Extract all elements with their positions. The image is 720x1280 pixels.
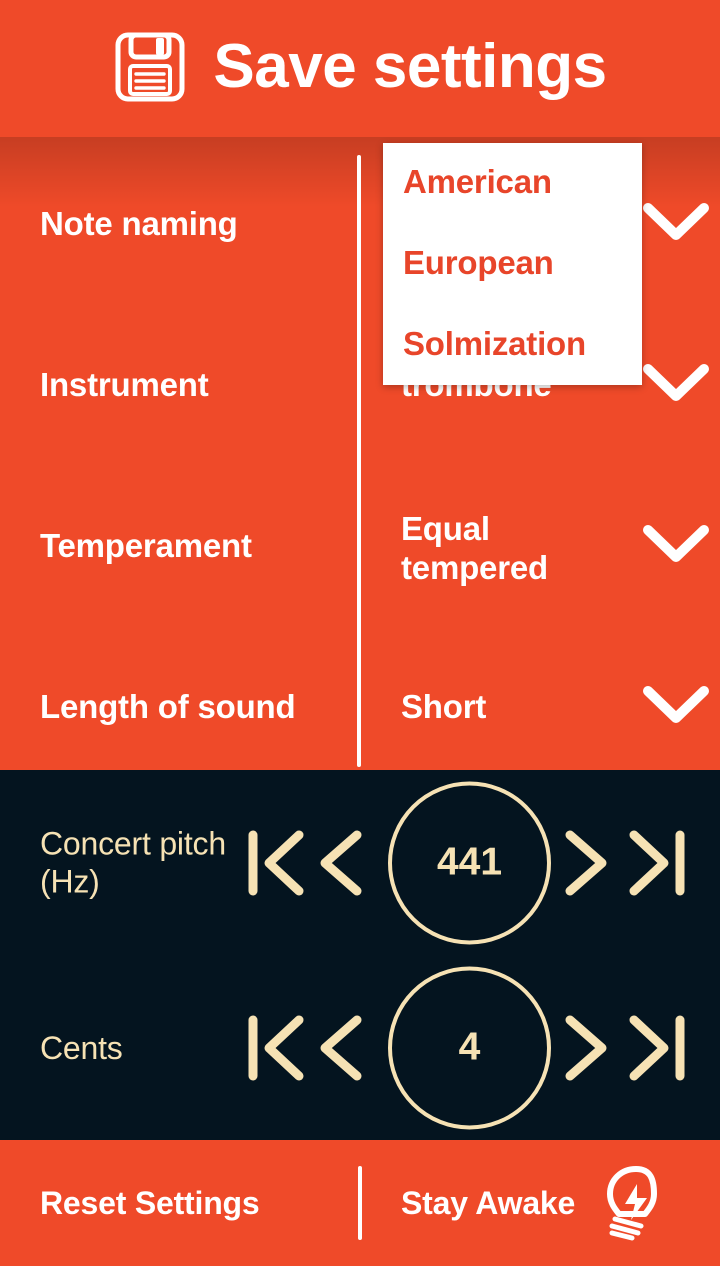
system-navigation-strip [0, 1266, 720, 1280]
setting-label: Temperament [40, 527, 252, 564]
bottom-action-bar: Reset Settings Stay Awake [0, 1140, 720, 1266]
chevron-down-icon[interactable] [641, 361, 711, 405]
setting-value: Short [401, 688, 487, 725]
previous-icon[interactable] [313, 1010, 365, 1086]
bottom-bar-divider [358, 1166, 362, 1240]
stay-awake-button[interactable]: Stay Awake [401, 1164, 669, 1242]
concert-pitch-value-display[interactable]: 441 [388, 781, 551, 944]
save-settings-header[interactable]: Save settings [0, 0, 720, 137]
setting-value: Equal tempered [401, 510, 548, 586]
pitch-tuning-panel: Concert pitch (Hz) 441 Cents 4 [0, 770, 720, 1140]
settings-screen: Save settings Note naming Instrument tro… [0, 0, 720, 1280]
header-content: Save settings [113, 30, 607, 104]
chevron-down-icon[interactable] [641, 522, 711, 566]
dropdown-option-solmization[interactable]: Solmization [403, 325, 586, 363]
cents-value-display[interactable]: 4 [388, 966, 551, 1129]
stepper-label: Concert pitch (Hz) [40, 825, 226, 900]
floppy-disk-save-icon [113, 30, 187, 104]
lightbulb-bolt-icon [599, 1164, 669, 1242]
chevron-down-icon[interactable] [641, 683, 711, 727]
next-icon[interactable] [562, 1010, 614, 1086]
stepper-label: Cents [40, 1029, 123, 1066]
dropdown-option-european[interactable]: European [403, 244, 554, 282]
note-naming-dropdown-menu[interactable]: American European Solmization [383, 143, 642, 385]
page-title: Save settings [213, 31, 607, 101]
stepper-row-cents: Cents 4 [0, 955, 720, 1140]
reset-settings-button[interactable]: Reset Settings [40, 1185, 260, 1222]
stepper-row-concert-pitch: Concert pitch (Hz) 441 [0, 770, 720, 955]
skip-to-end-icon[interactable] [625, 825, 687, 901]
setting-label: Note naming [40, 205, 238, 242]
previous-icon[interactable] [313, 825, 365, 901]
skip-to-start-icon[interactable] [246, 1010, 308, 1086]
setting-label: Instrument [40, 366, 209, 403]
setting-label: Length of sound [40, 688, 296, 725]
dropdown-option-american[interactable]: American [403, 163, 552, 201]
stay-awake-label: Stay Awake [401, 1184, 576, 1221]
skip-to-start-icon[interactable] [246, 825, 308, 901]
concert-pitch-value: 441 [436, 840, 503, 884]
skip-to-end-icon[interactable] [625, 1010, 687, 1086]
next-icon[interactable] [562, 825, 614, 901]
chevron-down-icon[interactable] [641, 200, 711, 244]
cents-value: 4 [458, 1025, 481, 1069]
column-divider [357, 155, 361, 767]
